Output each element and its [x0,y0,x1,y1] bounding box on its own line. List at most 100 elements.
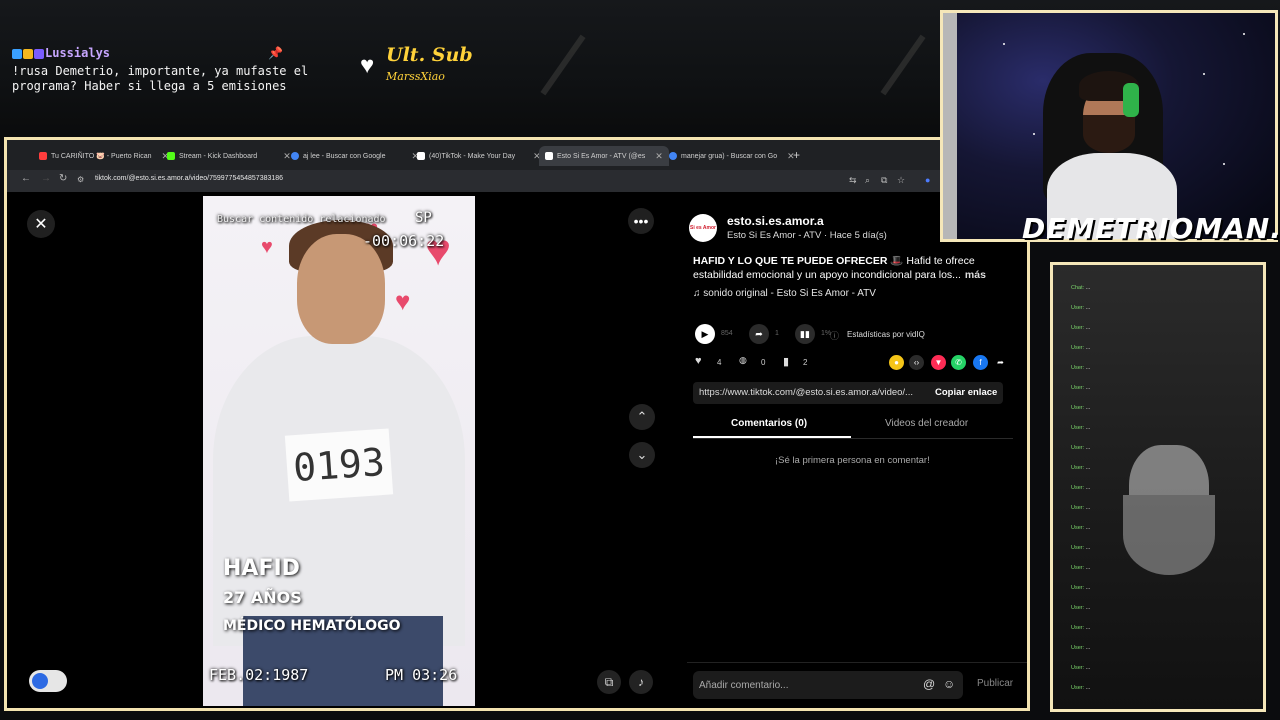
embed-icon[interactable]: ‹› [909,355,924,370]
user-badges [12,48,45,64]
tab-comments[interactable]: Comentarios (0) [731,418,807,429]
info-icon: ⓘ [830,331,840,341]
like-button[interactable]: ♥ [695,355,702,367]
sp-label: SP [415,210,432,226]
video-player[interactable]: ♥ ♥ ♥ ♥ 0193 Buscar contenido relacionad… [203,196,475,706]
chat-username: Lussialys [45,46,111,60]
close-tab-icon[interactable]: ✕ [283,151,291,162]
star [1033,133,1035,135]
chat-line: User: ... [1071,445,1091,451]
previous-video-button[interactable]: ⌃ [629,404,655,430]
share-more-icon[interactable]: ➦ [993,355,1008,370]
bookmark-star-icon[interactable]: ☆ [897,175,905,186]
chat-line: User: ... [1071,385,1091,391]
volume-button[interactable]: ♪ [629,670,653,694]
share-icon: ➦ [755,328,763,339]
install-icon[interactable]: ⧉ [881,175,887,186]
more-options-button[interactable]: ••• [628,208,654,234]
chat-line: User: ... [1071,405,1091,411]
star [1003,43,1005,45]
tab-creator-videos[interactable]: Videos del creador [885,418,968,429]
zoom-icon[interactable]: ⌕ [865,175,870,186]
publish-button[interactable]: Publicar [977,678,1013,689]
chat-line: User: ... [1071,645,1091,651]
comment-button[interactable]: ◍ [739,355,747,366]
avatar-text: Si es Amor [690,225,716,231]
pip-button[interactable]: ⧉ [597,670,621,694]
autoscroll-toggle[interactable] [29,670,67,692]
tab-bar: Tu CARIÑITO 🐷 - Puerto Rican ✕ Stream - K… [7,140,1027,170]
close-tab-icon[interactable]: ✕ [655,151,663,162]
send-icon[interactable]: ▼ [931,355,946,370]
tab-label: Tu CARIÑITO 🐷 - Puerto Rican [51,153,152,160]
chat-line: User: ... [1071,685,1091,691]
extension-icon[interactable]: ● [925,175,930,185]
chat-text: !rusa Demetrio, importante, ya mufaste e… [12,63,309,94]
star [1243,33,1245,35]
close-video-button[interactable]: ✕ [27,210,55,238]
new-tab-button[interactable]: + [793,148,800,162]
stats-button[interactable]: ▮▮ [795,324,815,344]
more-link[interactable]: más [965,269,986,281]
play-button[interactable]: ▶ [695,324,715,344]
reload-icon[interactable]: ↻ [59,173,67,184]
browser-tab[interactable]: (40)TikTok - Make Your Day ✕ [417,146,541,166]
chat-line: User: ... [1071,465,1091,471]
related-content-label[interactable]: Buscar contenido relacionado [217,214,386,225]
mention-icon[interactable]: @ [923,677,935,691]
heart-icon: ♥ [360,52,375,79]
overlay-chat-message: Lussialys !rusa Demetrio, importante, ya… [12,46,312,95]
webcam-side-strip [943,13,957,239]
forward-icon[interactable]: → [41,173,51,184]
tiktok-icon [545,152,553,160]
chat-line: User: ... [1071,545,1091,551]
chat-line: User: ... [1071,505,1091,511]
description-title: HAFID Y LO QUE TE PUEDE OFRECER [693,255,888,267]
browser-tab[interactable]: Tu CARIÑITO 🐷 - Puerto Rican ✕ [39,146,169,166]
share-button[interactable]: ➦ [749,324,769,344]
chat-line: User: ... [1071,605,1091,611]
browser-tab-active[interactable]: Esto Si Es Amor - ATV (@es ✕ [539,146,669,166]
avatar[interactable]: Si es Amor [689,214,717,242]
browser-tab[interactable]: aj lee - Buscar con Google ✕ [291,146,419,166]
chat-line: User: ... [1071,325,1091,331]
chat-line: User: ... [1071,425,1091,431]
comment-icon: ◍ [739,355,747,365]
sound-link[interactable]: ♫ sonido original - Esto Si Es Amor - AT… [693,288,876,299]
more-icon: ••• [633,213,649,229]
whatsapp-icon[interactable]: ✆ [951,355,966,370]
video-link[interactable]: https://www.tiktok.com/@esto.si.es.amor.… [699,387,921,398]
headset [1123,83,1139,117]
contestant-name: HAFID [223,556,300,581]
tab-divider [693,438,1013,439]
pin-icon: 📌 [268,46,283,60]
account-name[interactable]: esto.si.es.amor.a [727,214,824,228]
play-icon: ▶ [701,328,709,339]
star [1223,163,1225,165]
share-count-small: 1 [775,330,779,337]
vhs-date: FEB.02:1987 [209,666,309,684]
address-bar: ← → ↻ ⚙ tiktok.com/@esto.si.es.amor.a/vi… [7,170,1027,192]
facebook-icon[interactable]: f [973,355,988,370]
comment-count: 0 [761,358,766,367]
tiktok-page: ✕ ♥ ♥ ♥ ♥ 0193 Buscar contenido relacion… [7,192,1027,708]
chat-line: Chat: ... [1071,285,1091,291]
chevron-up-icon: ⌃ [636,409,648,424]
contestant-job: MÉDICO HEMATÓLOGO [223,618,401,634]
person-head [297,234,385,344]
chat-line: User: ... [1071,365,1091,371]
translate-icon[interactable]: ⇆ [849,175,857,186]
site-info-icon[interactable]: ⚙ [77,175,84,184]
vidiq-stats-label[interactable]: Estadísticas por vidIQ [847,330,925,339]
post-description: HAFID Y LO QUE TE PUEDE OFRECER 🎩 Hafid … [693,254,1005,282]
next-video-button[interactable]: ⌄ [629,442,655,468]
url-field[interactable]: tiktok.com/@esto.si.es.amor.a/video/7599… [95,175,283,182]
copy-link-button[interactable]: Copiar enlace [935,387,997,398]
save-button[interactable]: ▮ [783,355,789,368]
browser-tab[interactable]: Stream - Kick Dashboard ✕ [167,146,291,166]
like-count: 4 [717,358,722,367]
emoji-icon[interactable]: ☺ [943,677,955,691]
browser-tab[interactable]: manejar grua) - Buscar con Go ✕ [669,146,795,166]
share-coin-icon[interactable]: ● [889,355,904,370]
back-icon[interactable]: ← [21,173,31,184]
